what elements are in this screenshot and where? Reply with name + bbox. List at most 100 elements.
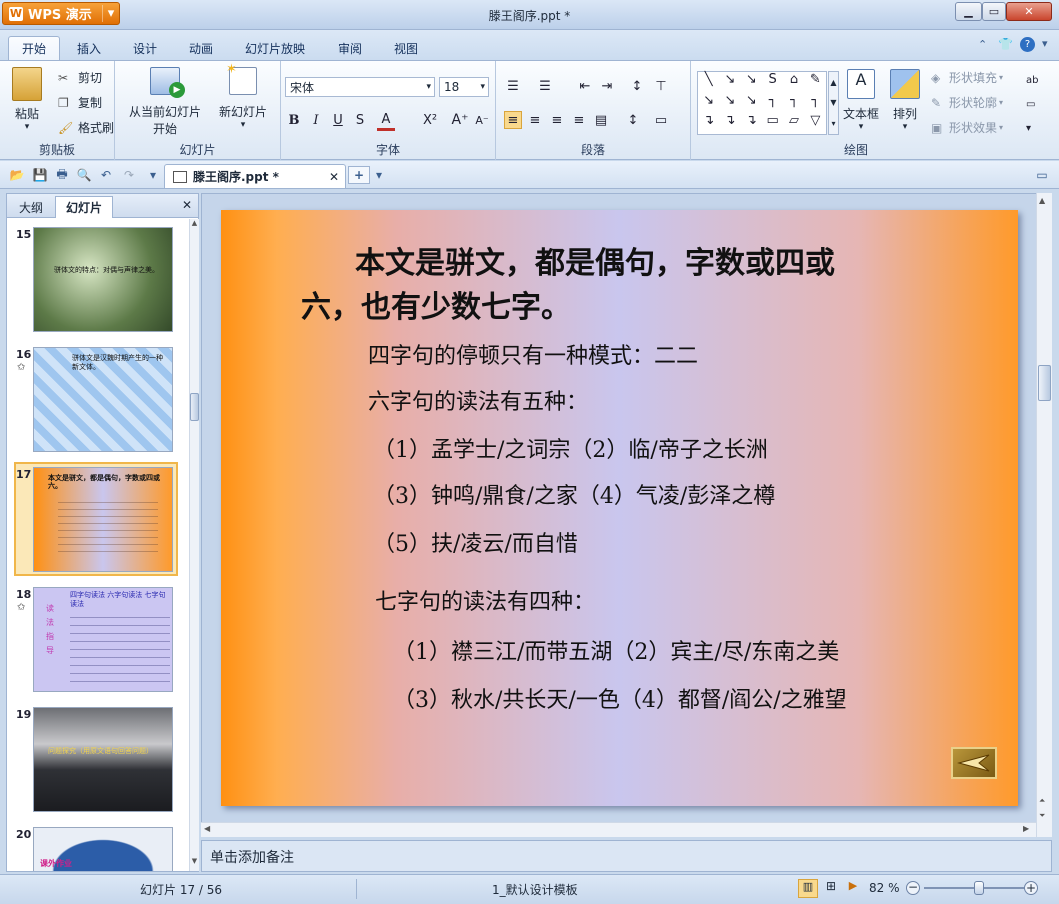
- shape-effect-button[interactable]: ▣ 形状效果 ▾: [931, 119, 1003, 136]
- zoom-slider-thumb[interactable]: [973, 881, 984, 895]
- print-preview-icon[interactable]: 🔍: [75, 166, 93, 184]
- numbering-icon[interactable]: ☰: [536, 77, 554, 95]
- back-arrow-button[interactable]: [951, 747, 997, 779]
- new-slide-button[interactable]: ✶ 新幻灯片 ▾: [219, 62, 267, 130]
- cut-button[interactable]: ✂ 剪切: [58, 69, 102, 86]
- tab-review[interactable]: 审阅: [325, 36, 375, 60]
- tab-slides[interactable]: 幻灯片: [55, 196, 114, 218]
- tab-list-icon[interactable]: ▾: [370, 166, 388, 184]
- notes-pane[interactable]: 单击添加备注: [201, 840, 1052, 872]
- scroll-down-icon[interactable]: ▼: [190, 857, 199, 869]
- slide-sorter-icon[interactable]: ⊞: [822, 879, 840, 898]
- redo-icon[interactable]: ↷: [120, 166, 138, 184]
- arrange-button[interactable]: 排列 ▾: [890, 69, 920, 132]
- play-from-current-button[interactable]: ▶ 从当前幻灯片 开始: [129, 67, 201, 137]
- superscript-icon[interactable]: X²: [421, 111, 439, 129]
- normal-view-icon[interactable]: ▥: [798, 879, 818, 898]
- close-panel-icon[interactable]: ✕: [182, 198, 192, 212]
- decrease-indent-icon[interactable]: ⇤: [576, 77, 594, 95]
- columns-icon[interactable]: ▭: [652, 111, 670, 129]
- layout-toggle-icon[interactable]: ▭: [1033, 166, 1051, 184]
- thumbnail-slide-20[interactable]: 课外作业: [33, 827, 173, 871]
- thumbnail-slide-17[interactable]: 本文是骈文，都是偶句，字数或四或六。: [33, 467, 173, 572]
- next-slide-icon[interactable]: ⏷: [1039, 811, 1045, 821]
- zoom-in-icon[interactable]: +: [1024, 881, 1038, 895]
- grow-font-icon[interactable]: A⁺: [451, 111, 469, 129]
- thumbnail-slide-15[interactable]: 骈体文的特点：对偶与声律之美。: [33, 227, 173, 332]
- editor-horizontal-scrollbar[interactable]: ◀ ▶: [201, 822, 1036, 837]
- shape-gallery[interactable]: ╲ ↘ ↘ S ⌂ ✎ ↘ ↘ ↘ ┐ ┐ ┐ ↴ ↴ ↴ ▭ ▱ ▽: [697, 71, 827, 135]
- thumbnail-slide-16[interactable]: 骈体文是汉魏时期产生的一种新文体。: [33, 347, 173, 452]
- print-icon[interactable]: 🖶: [53, 166, 71, 184]
- thumbnail-slide-18[interactable]: 读法指导 四字句读法 六字句读法 七字句读法: [33, 587, 173, 692]
- underline-button[interactable]: U: [329, 111, 347, 129]
- open-icon[interactable]: 📂: [8, 166, 26, 184]
- shape-gallery-scroll[interactable]: ▲ ▼ ▾: [828, 71, 839, 135]
- zoom-out-icon[interactable]: −: [906, 881, 920, 895]
- text-direction-icon[interactable]: ↕: [628, 77, 646, 95]
- font-color-icon[interactable]: A: [377, 111, 395, 131]
- group-clipboard: 粘贴 ▾ ✂ 剪切 ❐ 复制 🖌 格式刷 剪贴板: [0, 61, 115, 160]
- scroll-right-icon[interactable]: ▶: [1023, 824, 1029, 833]
- align-text-icon[interactable]: ⊤: [652, 77, 670, 95]
- help-icon[interactable]: ?: [1020, 37, 1035, 52]
- distribute-icon[interactable]: ▤: [592, 111, 610, 129]
- undo-icon[interactable]: ↶: [97, 166, 115, 184]
- justify-icon[interactable]: ≡: [570, 111, 588, 129]
- format-painter-button[interactable]: 🖌 格式刷: [58, 119, 114, 136]
- skin-icon[interactable]: 👕: [998, 37, 1013, 51]
- scroll-up-icon[interactable]: ▲: [190, 219, 199, 231]
- more-tools-icon[interactable]: ab ▭ ▾: [1026, 69, 1038, 141]
- close-tab-icon[interactable]: ✕: [329, 170, 339, 184]
- new-tab-icon[interactable]: +: [348, 166, 370, 184]
- align-left-icon[interactable]: ≡: [504, 111, 522, 129]
- prev-slide-icon[interactable]: ⏶: [1039, 796, 1045, 806]
- bullets-icon[interactable]: ☰: [504, 77, 522, 95]
- panel-scrollbar[interactable]: ▲ ▼: [189, 219, 199, 871]
- paste-button[interactable]: 粘贴 ▾: [12, 67, 42, 132]
- collapse-ribbon-icon[interactable]: ⌃: [978, 38, 987, 51]
- tab-home[interactable]: 开始: [8, 36, 61, 60]
- italic-button[interactable]: I: [307, 111, 325, 129]
- slideshow-view-icon[interactable]: ▶: [844, 879, 862, 898]
- panel-scroll-thumb[interactable]: [190, 393, 199, 421]
- slide-canvas[interactable]: 本文是骈文，都是偶句，字数或四或 六，也有少数七字。 四字句的停顿只有一种模式：…: [221, 210, 1018, 806]
- increase-indent-icon[interactable]: ⇥: [598, 77, 616, 95]
- line-spacing-icon[interactable]: ↕: [624, 111, 642, 129]
- title-bar: W WPS 演示 ▾ 滕王阁序.ppt * ▁ ▭ ✕: [0, 0, 1059, 30]
- editor-vertical-scrollbar[interactable]: ▲ ⏶ ⏷: [1036, 193, 1052, 837]
- save-icon[interactable]: 💾: [31, 166, 49, 184]
- tab-insert[interactable]: 插入: [64, 36, 114, 60]
- zoom-level: 82 %: [869, 881, 900, 895]
- editor-scroll-thumb[interactable]: [1038, 365, 1051, 401]
- tab-outline[interactable]: 大纲: [9, 196, 53, 218]
- shape-fill-button[interactable]: ◈ 形状填充 ▾: [931, 69, 1003, 86]
- close-button[interactable]: ✕: [1006, 2, 1052, 21]
- copy-button[interactable]: ❐ 复制: [58, 94, 102, 111]
- tab-animation[interactable]: 动画: [176, 36, 226, 60]
- slide-number: 16: [16, 348, 32, 361]
- app-menu-button[interactable]: W WPS 演示 ▾: [2, 2, 120, 25]
- customize-qat-icon[interactable]: ▾: [144, 166, 162, 184]
- shrink-font-icon[interactable]: A⁻: [473, 111, 491, 129]
- thumbnail-slide-19[interactable]: 问题探究（用原文语句回答问题）: [33, 707, 173, 812]
- document-tab[interactable]: 滕王阁序.ppt * ✕: [164, 164, 346, 188]
- bold-button[interactable]: B: [285, 111, 303, 129]
- font-name-select[interactable]: 宋体 ▾: [285, 77, 435, 97]
- strike-button[interactable]: S: [351, 111, 369, 129]
- tab-slideshow[interactable]: 幻灯片放映: [232, 36, 318, 60]
- help-dropdown-icon[interactable]: ▾: [1042, 37, 1048, 50]
- scroll-left-icon[interactable]: ◀: [204, 824, 210, 833]
- textbox-button[interactable]: A 文本框 ▾: [843, 69, 879, 132]
- group-label-clipboard: 剪贴板: [38, 143, 75, 157]
- zoom-slider[interactable]: [924, 881, 1024, 895]
- maximize-button[interactable]: ▭: [982, 2, 1006, 21]
- font-size-select[interactable]: 18 ▾: [439, 77, 489, 97]
- shape-outline-button[interactable]: ✎ 形状轮廓 ▾: [931, 94, 1003, 111]
- scroll-up-icon[interactable]: ▲: [1039, 196, 1045, 205]
- tab-view[interactable]: 视图: [381, 36, 431, 60]
- tab-design[interactable]: 设计: [120, 36, 170, 60]
- minimize-button[interactable]: ▁: [955, 2, 982, 21]
- align-center-icon[interactable]: ≡: [526, 111, 544, 129]
- align-right-icon[interactable]: ≡: [548, 111, 566, 129]
